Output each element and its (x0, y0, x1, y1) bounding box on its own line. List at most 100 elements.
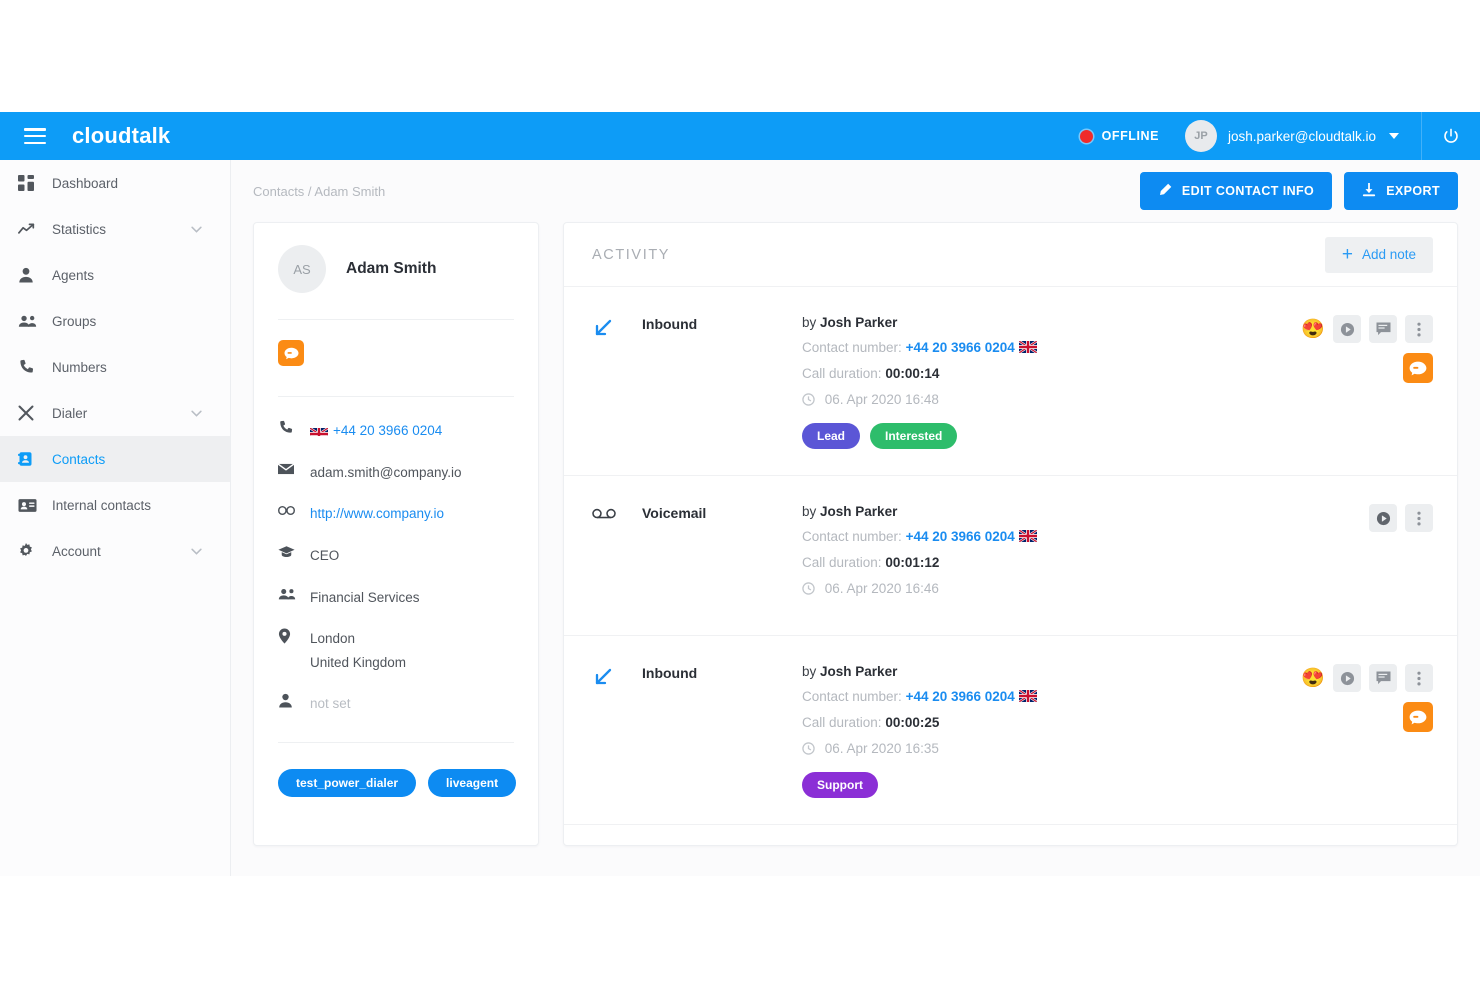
sidebar-item-account[interactable]: Account (0, 528, 230, 574)
activity-row[interactable]: Voicemail by Josh Parker Contact number:… (564, 476, 1457, 636)
breadcrumb-row: Contacts / Adam Smith EDIT CONTACT INFO … (231, 160, 1480, 222)
clock-icon (802, 393, 819, 409)
contact-number-label: Contact number: (802, 529, 902, 544)
export-button[interactable]: EXPORT (1344, 172, 1458, 210)
user-menu[interactable]: JP josh.parker@cloudtalk.io (1184, 120, 1399, 152)
activity-tag[interactable]: Lead (802, 423, 861, 449)
add-note-button[interactable]: + Add note (1324, 236, 1433, 273)
integration-row (278, 320, 514, 370)
edit-contact-info-button[interactable]: EDIT CONTACT INFO (1139, 172, 1333, 210)
plus-icon: + (1341, 244, 1353, 265)
contact-phone-value-wrap[interactable]: +44 20 3966 0204 (310, 419, 442, 443)
flag-gb-icon (1018, 690, 1037, 702)
activity-contact-number[interactable]: +44 20 3966 0204 (906, 529, 1015, 544)
cloudtalk-app: cloudtalk OFFLINE JP josh.parker@cloudta… (0, 112, 1480, 876)
call-duration-label: Call duration: (802, 555, 882, 570)
activity-tag[interactable]: Interested (870, 423, 958, 449)
people-icon (278, 586, 296, 605)
more-vertical-icon[interactable] (1405, 315, 1433, 343)
play-icon[interactable] (1333, 315, 1361, 343)
power-icon[interactable] (1422, 112, 1480, 160)
play-icon[interactable] (1369, 504, 1397, 532)
activity-type: Inbound (642, 665, 698, 681)
activity-number-line: Contact number: +44 20 3966 0204 (802, 689, 1301, 704)
brand-logo[interactable]: cloudtalk (72, 123, 170, 149)
activity-actions-row (1369, 504, 1433, 532)
heart-eyes-emoji[interactable]: 😍 (1301, 669, 1325, 688)
activity-contact-number[interactable]: +44 20 3966 0204 (906, 689, 1015, 704)
flag-gb-icon (1018, 341, 1037, 353)
activity-actions (1369, 504, 1433, 609)
contact-tag[interactable]: liveagent (428, 769, 517, 797)
contact-detail-website: http://www.company.io (278, 502, 514, 526)
chevron-down-icon (191, 542, 202, 560)
trending-up-icon (18, 222, 44, 237)
status-badge[interactable]: OFFLINE (1079, 129, 1159, 143)
activity-row[interactable]: Inbound by Josh Parker Contact number: +… (564, 636, 1457, 825)
activity-duration: 00:01:12 (885, 555, 940, 570)
voicemail-icon (592, 504, 642, 609)
sidebar-item-label: Contacts (52, 451, 106, 467)
contact-detail-company: Financial Services (278, 586, 514, 610)
sidebar-item-agents[interactable]: Agents (0, 252, 230, 298)
add-note-label: Add note (1361, 247, 1416, 262)
activity-timestamp-line: 06. Apr 2020 16:35 (802, 741, 1301, 758)
people-icon (18, 314, 44, 328)
sidebar-item-dashboard[interactable]: Dashboard (0, 160, 230, 206)
breadcrumb[interactable]: Contacts / Adam Smith (253, 184, 385, 199)
contact-name: Adam Smith (346, 260, 437, 277)
chevron-down-icon (191, 404, 202, 422)
contact-email-value[interactable]: adam.smith@company.io (310, 461, 462, 485)
liveagent-chat-icon[interactable] (1403, 353, 1433, 383)
phone-icon (18, 359, 44, 375)
contact-website-value[interactable]: http://www.company.io (310, 502, 444, 526)
activity-timestamp: 06. Apr 2020 16:35 (824, 741, 939, 756)
contact-tag[interactable]: test_power_dialer (278, 769, 417, 797)
activity-duration-line: Call duration: 00:00:25 (802, 715, 1301, 730)
activity-details: by Josh Parker Contact number: +44 20 39… (802, 664, 1301, 798)
contact-detail-owner: not set (278, 692, 514, 716)
activity-tag[interactable]: Support (802, 772, 878, 798)
activity-row[interactable]: Inbound by Josh Parker Contact number: +… (564, 287, 1457, 476)
activity-header: ACTIVITY + Add note (564, 223, 1457, 287)
activity-agent-line: by Josh Parker (802, 504, 1369, 519)
contact-number-label: Contact number: (802, 689, 902, 704)
sidebar-item-numbers[interactable]: Numbers (0, 344, 230, 390)
activity-agent-line: by Josh Parker (802, 664, 1301, 679)
activity-type: Voicemail (642, 505, 707, 521)
call-duration-label: Call duration: (802, 366, 882, 381)
chevron-down-icon (1389, 133, 1399, 139)
sidebar-item-contacts[interactable]: Contacts (0, 436, 230, 482)
contact-detail-email: adam.smith@company.io (277, 461, 514, 485)
contact-card-icon (18, 451, 44, 467)
sidebar-item-label: Agents (52, 267, 95, 283)
contact-location-value: London United Kingdom (310, 631, 407, 670)
play-icon[interactable] (1333, 664, 1361, 692)
liveagent-chat-icon[interactable] (1403, 702, 1433, 732)
activity-duration: 00:00:25 (885, 715, 940, 730)
arrow-inbound-icon (592, 315, 642, 449)
sidebar-item-label: Statistics (52, 221, 107, 237)
activity-type: Inbound (642, 316, 698, 332)
main-content: Contacts / Adam Smith EDIT CONTACT INFO … (231, 160, 1480, 876)
status-dot-icon (1079, 129, 1093, 143)
download-icon (1362, 182, 1376, 200)
activity-actions-row: 😍 (1301, 315, 1433, 343)
more-vertical-icon[interactable] (1405, 504, 1433, 532)
note-icon[interactable] (1369, 315, 1397, 343)
activity-contact-number[interactable]: +44 20 3966 0204 (906, 340, 1015, 355)
sidebar-item-statistics[interactable]: Statistics (0, 206, 230, 252)
sidebar-item-label: Groups (52, 313, 97, 329)
activity-number-line: Contact number: +44 20 3966 0204 (802, 340, 1301, 355)
activity-duration: 00:00:14 (885, 366, 940, 381)
note-icon[interactable] (1369, 664, 1397, 692)
hamburger-icon[interactable] (24, 128, 46, 144)
sidebar-nav: Dashboard Statistics Agents Groups Numbe… (0, 160, 231, 876)
sidebar-item-groups[interactable]: Groups (0, 298, 230, 344)
liveagent-chat-icon[interactable] (278, 340, 304, 366)
sidebar-item-dialer[interactable]: Dialer (0, 390, 230, 436)
heart-eyes-emoji[interactable]: 😍 (1301, 320, 1325, 339)
sidebar-item-internal-contacts[interactable]: Internal contacts (0, 482, 230, 528)
more-vertical-icon[interactable] (1405, 664, 1433, 692)
person-icon (278, 692, 296, 713)
